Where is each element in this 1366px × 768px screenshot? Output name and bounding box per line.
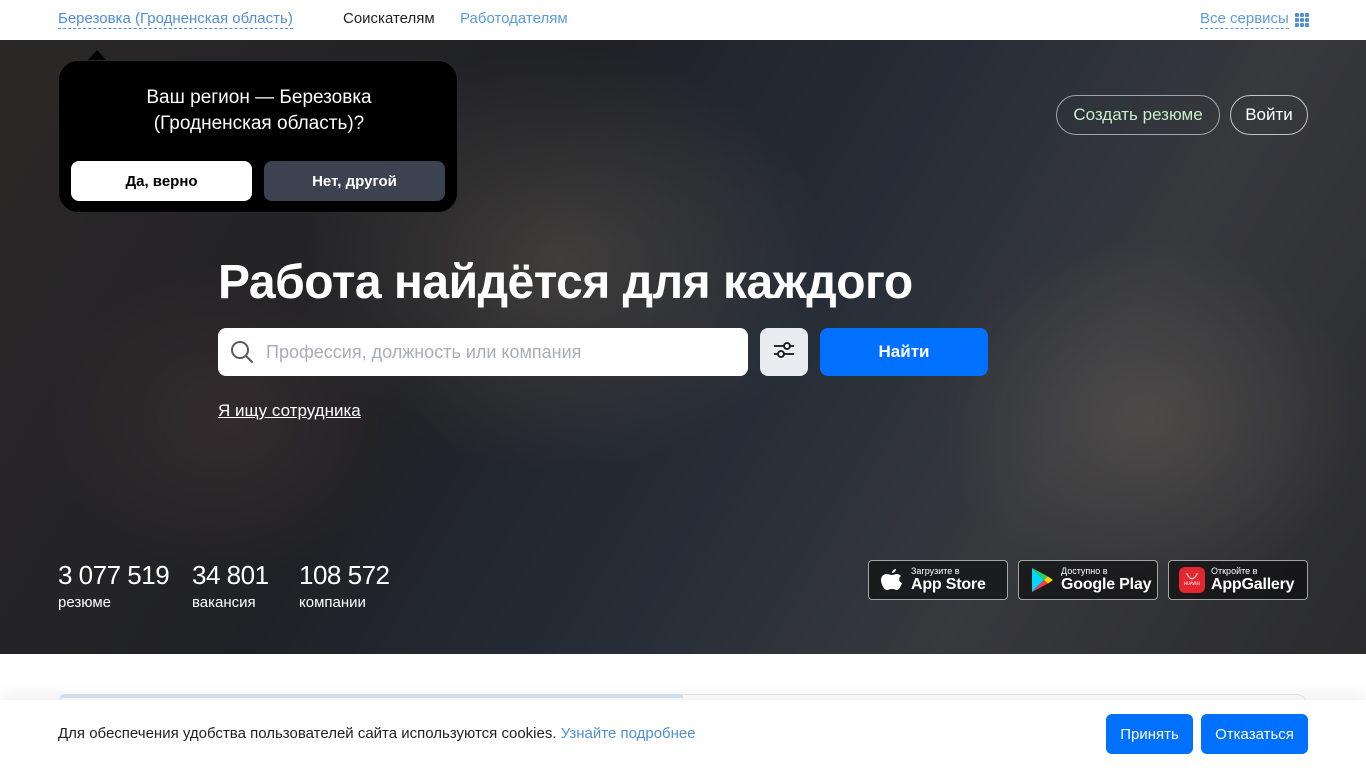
region-confirm-no-button[interactable]: Нет, другой (264, 161, 445, 201)
stat-resumes: 3 077 519 резюме (58, 560, 170, 612)
stat-label: резюме (58, 594, 111, 611)
top-navigation-bar: Березовка (Гродненская область) Соискате… (0, 0, 1366, 40)
find-button[interactable]: Найти (820, 328, 988, 376)
region-selector-link[interactable]: Березовка (Гродненская область) (58, 10, 293, 29)
cookie-message: Для обеспечения удобства пользователей с… (58, 725, 696, 743)
store-name: AppGallery (1211, 576, 1295, 593)
stat-value: 108 572 (299, 560, 390, 590)
cookie-consent-bar: Для обеспечения удобства пользователей с… (0, 700, 1366, 768)
cookie-accept-button[interactable]: Принять (1106, 714, 1193, 754)
app-store-badge[interactable]: Загрузите в App Store (868, 560, 1008, 600)
store-caption: Откройте в (1211, 566, 1258, 576)
employer-search-link[interactable]: Я ищу сотрудника (218, 401, 361, 421)
hero-title: Работа найдётся для каждого (218, 256, 913, 309)
region-confirm-yes-button[interactable]: Да, верно (71, 161, 252, 201)
nav-job-seekers[interactable]: Соискателям (343, 10, 435, 28)
filter-sliders-icon (772, 338, 796, 367)
google-play-icon (1029, 567, 1055, 593)
nav-employers[interactable]: Работодателям (460, 10, 568, 28)
stat-label: вакансия (192, 594, 256, 611)
cookie-learn-more-link[interactable]: Узнайте подробнее (561, 725, 696, 742)
region-confirm-popup: Ваш регион — Березовка (Гродненская обла… (58, 60, 458, 213)
stat-value: 34 801 (192, 560, 269, 590)
stat-companies: 108 572 компании (299, 560, 390, 612)
all-services-link[interactable]: Все сервисы (1200, 10, 1289, 29)
cookie-decline-button[interactable]: Отказаться (1201, 714, 1308, 754)
cookie-text: Для обеспечения удобства пользователей с… (58, 725, 557, 742)
advanced-search-button[interactable] (760, 328, 808, 376)
huawei-logo-text: HUAWEI (1184, 581, 1200, 586)
store-caption: Загрузите в (911, 566, 960, 576)
login-button[interactable]: Войти (1230, 95, 1308, 135)
content-card-accent (60, 694, 683, 698)
stat-vacancies: 34 801 вакансия (192, 560, 269, 612)
apps-grid-icon[interactable] (1295, 13, 1309, 27)
store-name: Google Play (1061, 576, 1152, 593)
store-caption: Доступно в (1061, 566, 1108, 576)
create-resume-button[interactable]: Создать резюме (1056, 95, 1220, 135)
stat-label: компании (299, 594, 366, 611)
search-box[interactable] (218, 328, 748, 376)
stat-value: 3 077 519 (58, 560, 170, 590)
store-name: App Store (911, 576, 986, 593)
app-gallery-badge[interactable]: HUAWEI Откройте в AppGallery (1168, 560, 1308, 600)
search-input[interactable] (266, 328, 736, 376)
google-play-badge[interactable]: Доступно в Google Play (1018, 560, 1158, 600)
huawei-icon: HUAWEI (1179, 567, 1205, 593)
region-question: Ваш регион — Березовка (Гродненская обла… (146, 87, 372, 134)
apple-icon (879, 567, 905, 593)
search-icon (230, 340, 254, 364)
